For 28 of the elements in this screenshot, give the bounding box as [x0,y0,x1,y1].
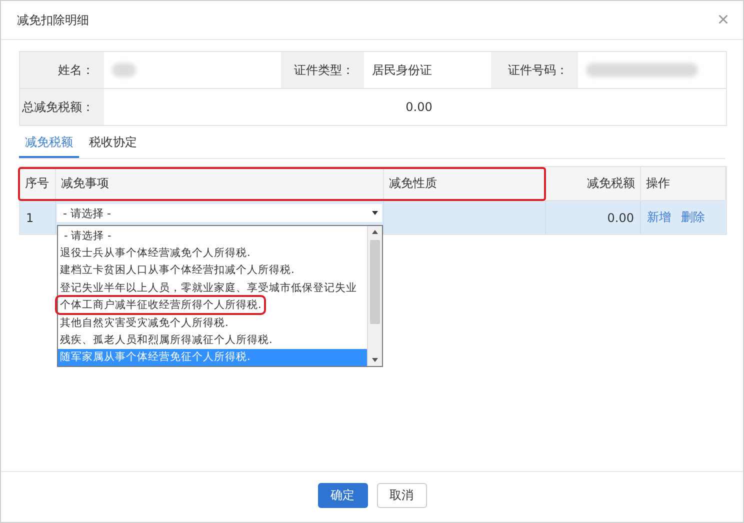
dropdown-option[interactable]: 其他自然灾害受灾减免个人所得税. [58,316,230,330]
cancel-button[interactable]: 取消 [376,482,426,508]
field-label: 证件类型： [281,52,364,88]
dropdown-option[interactable]: 退役士兵从事个体经营减免个人所得税. [58,246,252,260]
table-cell: 0.00 [607,210,634,224]
field-value: 居民身份证 [372,62,432,78]
column-header: 减免税额 [587,175,635,192]
field-value: 0.00 [406,100,432,114]
field-label: 证件号码： [491,52,578,88]
column-header: 操作 [646,175,670,192]
dropdown-option[interactable]: 登记失业半年以上人员，零就业家庭、享受城市低保登记失业 [58,280,359,295]
caret-icon [372,211,378,215]
field-label: 总减免税额： [20,89,104,125]
dropdown-option[interactable]: - 请选择 - [58,228,114,243]
column-header: 减免事项 [61,175,109,192]
item-select[interactable]: - 请选择 - [57,204,382,222]
row-number: 1 [26,210,34,224]
column-header: 减免性质 [389,175,437,192]
dropdown-option[interactable]: 个体工商户减半征收经营所得个人所得税. [58,298,264,312]
tab[interactable]: 税收协定 [83,130,143,158]
column-header: 序号 [25,175,49,192]
window-title: 减免扣除明细 [17,12,89,28]
confirm-button[interactable]: 确定 [318,482,368,508]
field-label: 姓名： [20,52,104,88]
scrollbar[interactable] [367,226,382,366]
tab[interactable]: 减免税额 [19,130,79,158]
dropdown-option[interactable]: 建档立卡贫困人口从事个体经营扣减个人所得税. [58,263,296,278]
dropdown-option[interactable]: 残疾、孤老人员和烈属所得减征个人所得税. [58,332,274,347]
